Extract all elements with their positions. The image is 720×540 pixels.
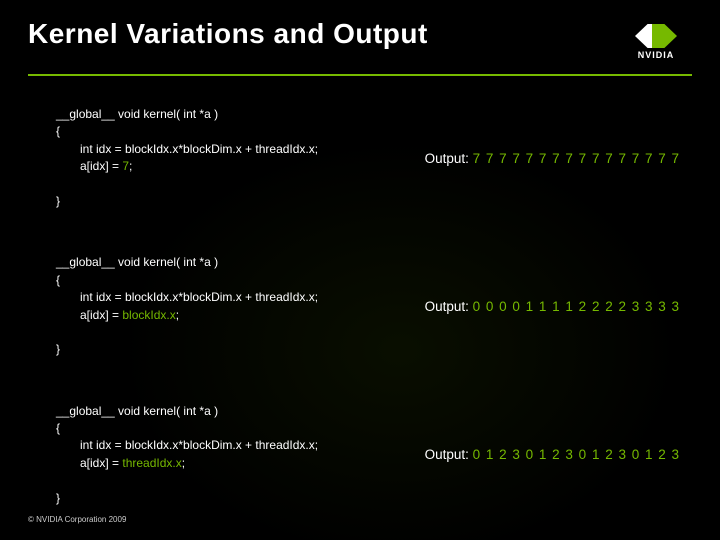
code-brace-open: { bbox=[56, 273, 60, 287]
code-idx-line: int idx = blockIdx.x*blockDim.x + thread… bbox=[80, 142, 318, 156]
code-assign-post: ; bbox=[176, 308, 179, 322]
nvidia-logo-text: NVIDIA bbox=[638, 50, 675, 60]
code-sig: __global__ void kernel( int *a ) bbox=[56, 255, 218, 269]
nvidia-logo: NVIDIA bbox=[620, 18, 692, 66]
code-assign-pre: a[idx] = bbox=[80, 308, 122, 322]
code-assign-highlight: threadIdx.x bbox=[122, 456, 181, 470]
kernel-block-2: __global__ void kernel( int *a ) { int i… bbox=[56, 254, 680, 358]
code-assign-highlight: blockIdx.x bbox=[122, 308, 175, 322]
code-brace-open: { bbox=[56, 124, 60, 138]
output-label: Output: bbox=[425, 299, 469, 314]
kernel-block-1: __global__ void kernel( int *a ) { int i… bbox=[56, 106, 680, 210]
code-assign-pre: a[idx] = bbox=[80, 159, 122, 173]
code-brace-close: } bbox=[56, 342, 60, 356]
kernel-block-3: __global__ void kernel( int *a ) { int i… bbox=[56, 403, 680, 507]
copyright-text: © NVIDIA Corporation 2009 bbox=[28, 515, 126, 524]
code-idx-line: int idx = blockIdx.x*blockDim.x + thread… bbox=[80, 290, 318, 304]
code-block: __global__ void kernel( int *a ) { int i… bbox=[56, 403, 318, 507]
output-line: Output: 0 0 0 0 1 1 1 1 2 2 2 2 3 3 3 3 bbox=[425, 299, 680, 314]
code-idx-line: int idx = blockIdx.x*blockDim.x + thread… bbox=[80, 438, 318, 452]
code-brace-close: } bbox=[56, 491, 60, 505]
code-brace-close: } bbox=[56, 194, 60, 208]
output-values: 7 7 7 7 7 7 7 7 7 7 7 7 7 7 7 7 bbox=[473, 151, 680, 166]
code-assign-post: ; bbox=[129, 159, 132, 173]
code-block: __global__ void kernel( int *a ) { int i… bbox=[56, 254, 318, 358]
code-assign-post: ; bbox=[182, 456, 185, 470]
slide-content: __global__ void kernel( int *a ) { int i… bbox=[0, 76, 720, 507]
code-assign-pre: a[idx] = bbox=[80, 456, 122, 470]
code-block: __global__ void kernel( int *a ) { int i… bbox=[56, 106, 318, 210]
code-sig: __global__ void kernel( int *a ) bbox=[56, 404, 218, 418]
slide-title: Kernel Variations and Output bbox=[28, 18, 428, 50]
code-sig: __global__ void kernel( int *a ) bbox=[56, 107, 218, 121]
slide-footer: © NVIDIA Corporation 2009 bbox=[28, 515, 126, 524]
code-brace-open: { bbox=[56, 421, 60, 435]
nvidia-eye-icon bbox=[635, 24, 677, 48]
output-values: 0 0 0 0 1 1 1 1 2 2 2 2 3 3 3 3 bbox=[473, 299, 680, 314]
slide-header: Kernel Variations and Output NVIDIA bbox=[0, 0, 720, 66]
output-values: 0 1 2 3 0 1 2 3 0 1 2 3 0 1 2 3 bbox=[473, 447, 680, 462]
output-label: Output: bbox=[425, 151, 469, 166]
output-line: Output: 7 7 7 7 7 7 7 7 7 7 7 7 7 7 7 7 bbox=[425, 151, 680, 166]
output-label: Output: bbox=[425, 447, 469, 462]
output-line: Output: 0 1 2 3 0 1 2 3 0 1 2 3 0 1 2 3 bbox=[425, 447, 680, 462]
